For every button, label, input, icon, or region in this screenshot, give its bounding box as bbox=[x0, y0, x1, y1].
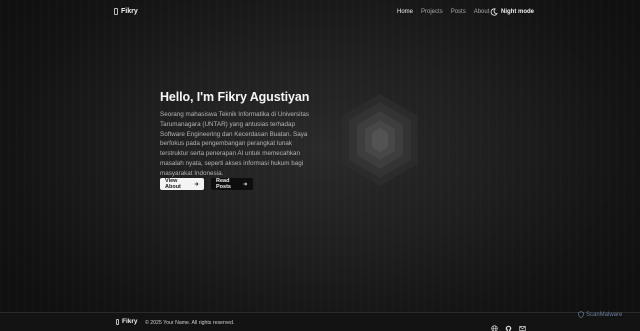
background-texture bbox=[0, 0, 640, 331]
read-posts-label: Read Posts bbox=[216, 178, 231, 190]
hero-description: Seorang mahasiswa Teknik Informatika di … bbox=[160, 111, 309, 177]
hexagon-layer-5 bbox=[372, 128, 388, 152]
hexagon-layers-art bbox=[330, 88, 430, 196]
footer-brand-name: Fikry bbox=[122, 318, 138, 325]
view-about-label: View About bbox=[165, 178, 181, 190]
brand-link[interactable]: Fikry bbox=[114, 8, 138, 15]
logo-icon bbox=[114, 8, 118, 15]
night-mode-label: Night mode bbox=[501, 9, 534, 15]
logo-icon bbox=[116, 318, 119, 325]
watermark: ScanMalware bbox=[578, 311, 622, 318]
read-posts-button[interactable]: Read Posts bbox=[211, 178, 253, 190]
watermark-text: ScanMalware bbox=[586, 311, 623, 318]
view-about-button[interactable]: View About bbox=[160, 178, 204, 190]
mail-icon[interactable] bbox=[519, 319, 526, 331]
globe-icon[interactable] bbox=[491, 319, 498, 331]
hero-section: Hello, I'm Fikry Agustiyan Seorang mahas… bbox=[160, 90, 320, 179]
nav-item-home[interactable]: Home bbox=[397, 9, 413, 15]
moon-icon bbox=[490, 8, 498, 16]
copyright-text: © 2025 Your Name. All rights reserved. bbox=[145, 320, 235, 326]
night-mode-toggle[interactable]: Night mode bbox=[490, 8, 534, 16]
arrow-right-icon bbox=[243, 182, 248, 186]
shield-icon bbox=[578, 311, 584, 318]
main-nav: Home Projects Posts About bbox=[397, 9, 489, 15]
site-header: Fikry Home Projects Posts About Night mo… bbox=[0, 0, 640, 27]
nav-item-posts[interactable]: Posts bbox=[451, 9, 466, 15]
hero-title: Hello, I'm Fikry Agustiyan bbox=[160, 90, 310, 104]
github-icon[interactable] bbox=[505, 319, 512, 331]
nav-item-projects[interactable]: Projects bbox=[421, 9, 443, 15]
nav-item-about[interactable]: About bbox=[474, 9, 490, 15]
footer-brand-link[interactable]: Fikry bbox=[116, 318, 138, 325]
hero-actions: View About Read Posts bbox=[160, 178, 253, 190]
arrow-right-icon bbox=[194, 182, 199, 186]
brand-name: Fikry bbox=[121, 8, 138, 15]
site-footer: Fikry © 2025 Your Name. All rights reser… bbox=[0, 312, 640, 331]
social-links bbox=[491, 319, 526, 331]
